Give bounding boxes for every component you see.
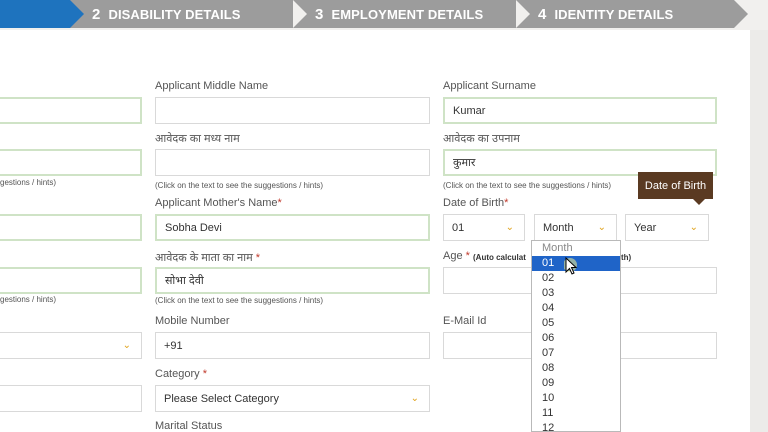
mother-name-input[interactable]: Sobha Devi	[155, 214, 430, 241]
age-label-text: Age	[443, 250, 463, 262]
mother-name-hi-label: आवेदक के माता का नाम *	[155, 250, 260, 265]
step-chevron-1	[70, 0, 84, 28]
required-mark: *	[277, 197, 282, 209]
hint-text[interactable]: (Click on the text to see the suggestion…	[155, 181, 323, 190]
month-option[interactable]: 07	[532, 346, 620, 361]
surname-label: Applicant Surname	[443, 80, 536, 92]
step-chevron-3	[516, 0, 530, 28]
dob-day-value: 01	[452, 221, 465, 234]
required-mark: *	[202, 368, 207, 380]
step-chevron-2	[293, 0, 307, 28]
required-mark: *	[465, 250, 470, 262]
dob-tooltip: Date of Birth	[638, 172, 713, 205]
chevron-down-icon: ⌄	[597, 222, 606, 233]
dob-month-value: Month	[543, 221, 574, 234]
step-number: 2	[92, 5, 101, 23]
hint-text[interactable]: gestions / hints)	[0, 178, 56, 187]
month-option[interactable]: 08	[532, 361, 620, 376]
required-mark: *	[255, 252, 261, 264]
step-disability[interactable]: 2 DISABILITY DETAILS	[70, 0, 295, 28]
surname-input[interactable]: Kumar	[443, 97, 717, 124]
chevron-down-icon: ⌄	[689, 222, 698, 233]
hint-text[interactable]: gestions / hints)	[0, 295, 56, 304]
month-option[interactable]: 05	[532, 316, 620, 331]
category-label-text: Category	[155, 368, 200, 380]
step-label: IDENTITY DETAILS	[554, 6, 674, 22]
surname-hi-label: आवेदक का उपनाम	[443, 133, 520, 145]
middle-name-label: Applicant Middle Name	[155, 80, 269, 92]
marital-status-label: Marital Status	[155, 420, 223, 432]
month-option[interactable]: 06	[532, 331, 620, 346]
first-name-input[interactable]	[0, 97, 142, 124]
mother-name-label: Applicant Mother's Name*	[155, 197, 282, 209]
required-mark: *	[504, 197, 509, 209]
middle-name-hi-input[interactable]	[155, 149, 430, 176]
dob-year-value: Year	[634, 221, 657, 234]
age-note: (Auto calculat	[473, 253, 526, 262]
step-number: 4	[538, 5, 547, 23]
step-label: EMPLOYMENT DETAILS	[331, 6, 484, 22]
step-1-active[interactable]	[0, 0, 70, 28]
page-scroll-area	[750, 30, 768, 432]
month-option[interactable]: 12	[532, 421, 620, 431]
mouse-pointer-icon	[564, 256, 578, 275]
dob-label-text: Date of Birth	[443, 197, 505, 209]
gender-select[interactable]: ⌄	[0, 332, 142, 359]
mobile-label: Mobile Number	[155, 315, 230, 327]
hint-text[interactable]: (Click on the text to see the suggestion…	[443, 181, 611, 190]
dob-day-select[interactable]: 01 ⌄	[443, 214, 525, 241]
step-number: 3	[315, 5, 324, 23]
mother-name-hi-label-text: आवेदक के माता का नाम	[155, 252, 253, 264]
email-label: E-Mail Id	[443, 315, 487, 327]
dob-year-select[interactable]: Year ⌄	[625, 214, 709, 241]
left-input[interactable]	[0, 385, 142, 412]
step-identity[interactable]: 4 IDENTITY DETAILS	[516, 0, 734, 28]
chevron-down-icon: ⌄	[505, 222, 514, 233]
mother-name-hi-input[interactable]: सोभा देवी	[155, 267, 430, 294]
hint-text[interactable]: (Click on the text to see the suggestion…	[155, 296, 323, 305]
month-option-header[interactable]: Month	[532, 241, 620, 256]
chevron-down-icon: ⌄	[410, 393, 419, 404]
age-label: Age *	[443, 250, 470, 262]
middle-name-hi-label: आवेदक का मध्य नाम	[155, 133, 240, 145]
category-value: Please Select Category	[164, 392, 279, 405]
month-option[interactable]: 04	[532, 301, 620, 316]
mobile-input[interactable]: +91	[155, 332, 430, 359]
month-option[interactable]: 09	[532, 376, 620, 391]
month-option[interactable]: 03	[532, 286, 620, 301]
step-label: DISABILITY DETAILS	[108, 6, 241, 22]
father-name-hi-input[interactable]	[0, 267, 142, 294]
father-name-input[interactable]	[0, 214, 142, 241]
dob-label: Date of Birth*	[443, 197, 508, 209]
step-chevron-end	[734, 0, 748, 28]
category-label: Category *	[155, 368, 207, 380]
month-option[interactable]: 10	[532, 391, 620, 406]
chevron-down-icon: ⌄	[122, 340, 131, 351]
middle-name-input[interactable]	[155, 97, 430, 124]
category-select[interactable]: Please Select Category ⌄	[155, 385, 430, 412]
dob-month-select[interactable]: Month ⌄	[534, 214, 617, 241]
age-note-tail: th)	[621, 253, 632, 262]
step-employment[interactable]: 3 EMPLOYMENT DETAILS	[293, 0, 518, 28]
first-name-hi-input[interactable]	[0, 149, 142, 176]
mother-name-label-text: Applicant Mother's Name	[155, 197, 278, 209]
month-option[interactable]: 11	[532, 406, 620, 421]
